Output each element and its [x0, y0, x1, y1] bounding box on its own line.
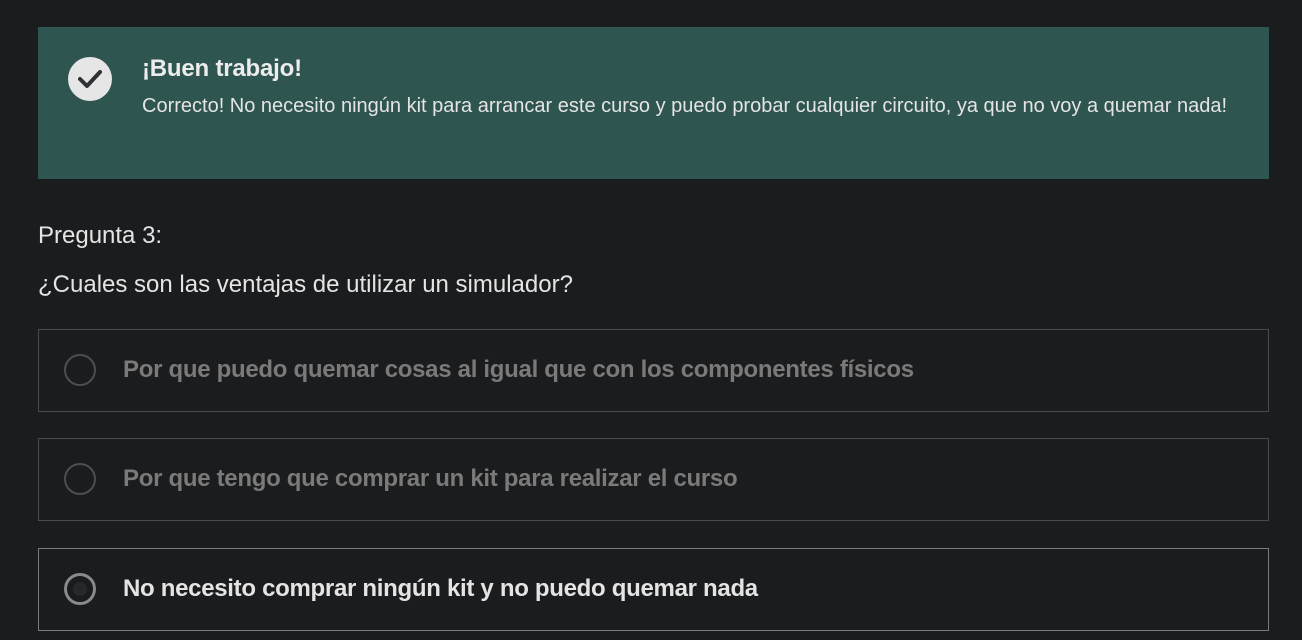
feedback-message: Correcto! No necesito ningún kit para ar…: [142, 95, 1228, 117]
question-number: Pregunta 3:: [38, 222, 163, 249]
check-circle-icon: [68, 57, 112, 101]
quiz-page: ¡Buen trabajo! Correcto! No necesito nin…: [0, 0, 1302, 640]
feedback-banner: ¡Buen trabajo! Correcto! No necesito nin…: [38, 27, 1269, 179]
answer-option-label: Por que tengo que comprar un kit para re…: [123, 465, 738, 492]
answer-option-3[interactable]: No necesito comprar ningún kit y no pued…: [38, 548, 1269, 631]
radio-button[interactable]: [64, 354, 96, 386]
radio-button-selected[interactable]: [64, 573, 96, 605]
checkmark-glyph: [78, 70, 102, 88]
answer-option-label: Por que puedo quemar cosas al igual que …: [123, 356, 914, 383]
question-text: ¿Cuales son las ventajas de utilizar un …: [38, 271, 573, 298]
answer-option-label: No necesito comprar ningún kit y no pued…: [123, 575, 758, 602]
answer-option-1[interactable]: Por que puedo quemar cosas al igual que …: [38, 329, 1269, 412]
answer-option-2[interactable]: Por que tengo que comprar un kit para re…: [38, 438, 1269, 521]
radio-button[interactable]: [64, 463, 96, 495]
feedback-title: ¡Buen trabajo!: [142, 55, 302, 82]
